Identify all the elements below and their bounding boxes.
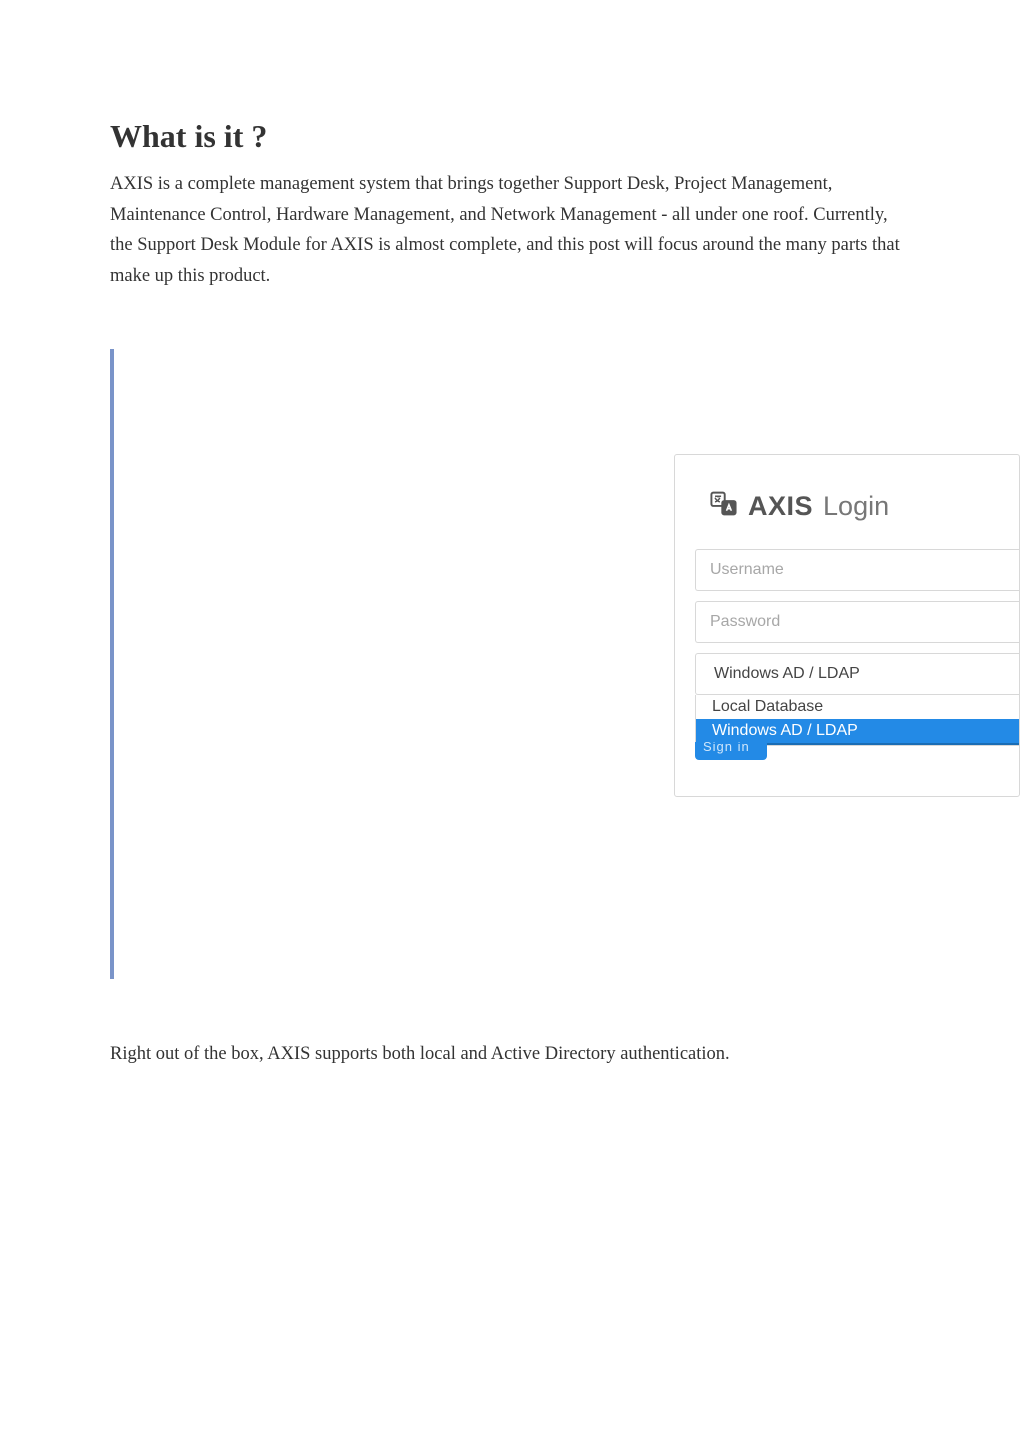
login-title: AXIS Login [675,489,1019,549]
translate-icon [709,489,738,523]
password-field-wrap [695,601,1019,643]
login-brand: AXIS [748,491,813,522]
auth-select-value: Windows AD / LDAP [696,654,1019,694]
password-input[interactable] [695,601,1019,643]
login-card: AXIS Login Windows AD / LDAP Local Datab… [674,454,1020,797]
page-heading: What is it ? [110,118,910,155]
auth-option-local[interactable]: Local Database [696,695,1019,719]
quote-block: AXIS Login Windows AD / LDAP Local Datab… [110,349,910,979]
signin-button[interactable]: Sign in [695,742,767,760]
auth-dropdown-list: Local Database Windows AD / LDAP [695,695,1019,746]
username-input[interactable] [695,549,1019,591]
auth-select[interactable]: Windows AD / LDAP [695,653,1019,695]
login-word: Login [823,491,889,522]
intro-paragraph: AXIS is a complete management system tha… [110,169,910,291]
caption-paragraph: Right out of the box, AXIS supports both… [110,1039,910,1070]
username-field-wrap [695,549,1019,591]
